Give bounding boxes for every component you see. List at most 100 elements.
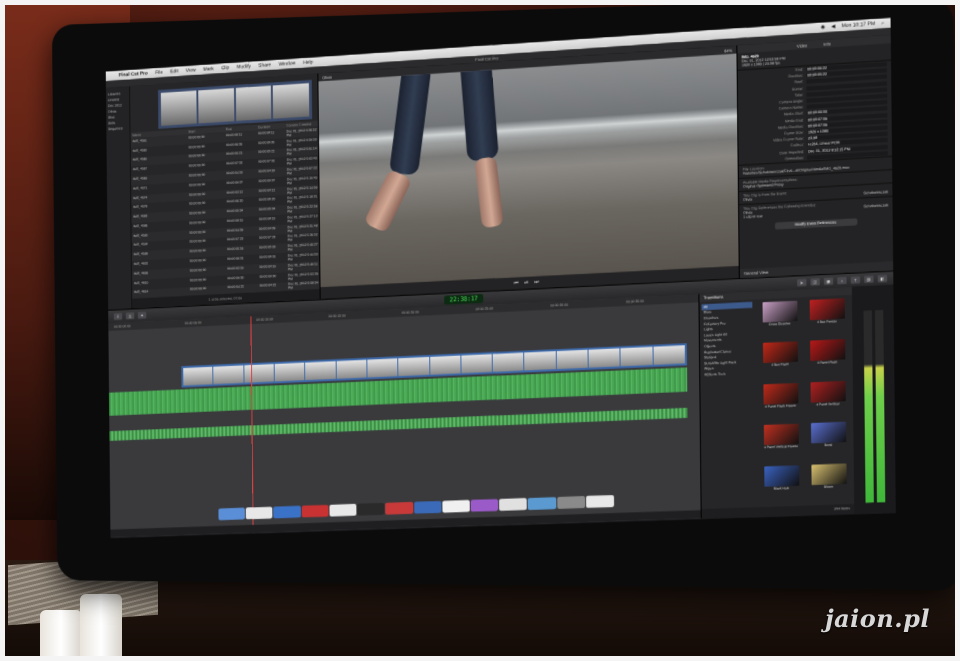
transition-tile[interactable]: 4 Box Flash [758, 342, 802, 382]
wifi-icon[interactable]: ◉ [821, 24, 826, 30]
transition-tile[interactable]: 4 Panel Flash Freeze [758, 383, 802, 423]
ruler-label: 00:00:25:00 [476, 306, 494, 311]
viewer-zoom[interactable]: 84% [724, 47, 732, 53]
ruler-label: 00:00:05:00 [185, 321, 202, 326]
table-cell: 00:00:05:04 [259, 206, 288, 215]
library-sidebar: Libraries Untitled Dec 2012 Olivia Shot Still… [106, 86, 132, 309]
menu-file[interactable]: File [155, 70, 163, 76]
generators-browser-icon[interactable]: ▤ [864, 276, 873, 284]
transition-label: 4 Panel Flash [817, 360, 837, 365]
tab-video[interactable]: Video [797, 42, 808, 48]
modify-event-references-button[interactable]: Modify Event References [774, 218, 856, 230]
transition-categories: All Blurs Dissolves FxFactory Pro Lights Luca… [699, 300, 756, 510]
timeline[interactable]: 00:00:00:00 00:00:05:00 00:00:10:00 00:00:1… [108, 294, 700, 537]
music-track[interactable] [109, 408, 687, 441]
dashboard-timecode[interactable]: 22:38:17 [444, 294, 484, 305]
chrome-icon[interactable] [301, 505, 328, 518]
transition-tile[interactable]: 4 Panel Vertical Freeze [759, 424, 803, 464]
screen: Final Cut Pro File Edit View Mark Clip M… [106, 18, 896, 539]
spotlight-icon[interactable]: ⌕ [881, 20, 884, 26]
transition-tile[interactable]: 4 Box Freeze [805, 298, 850, 338]
library-item[interactable]: Sequence [106, 125, 129, 132]
mail-icon[interactable] [329, 504, 356, 517]
bottles [40, 590, 130, 660]
menu-edit[interactable]: Edit [170, 68, 178, 74]
leg [460, 59, 499, 162]
table-cell: 00:00:06:01 [259, 254, 288, 263]
tab-info[interactable]: Info [824, 41, 831, 47]
clip-thumbnail [461, 354, 492, 373]
table-cell: 00:00:03:19 [259, 263, 288, 272]
viewer-title: Olivia [322, 74, 332, 80]
table-cell: 00:00:04:09 [259, 225, 288, 234]
itunes-icon[interactable] [471, 499, 499, 512]
app-store-icon[interactable] [528, 497, 556, 510]
menu-help[interactable]: Help [303, 59, 313, 66]
table-cell: 00:00:09:07 [259, 177, 288, 186]
themes-browser-icon[interactable]: ◧ [878, 275, 887, 283]
transition-tile[interactable]: 4 Panel Vertical [805, 381, 850, 421]
transition-tile[interactable]: Bloom [806, 463, 851, 503]
inspector-fields: End: 00:00:06:22 Duration: 00:00:05:22 Reel:… [738, 61, 892, 165]
menu-share[interactable]: Share [258, 62, 271, 69]
transition-tile[interactable]: Cross Dissolve [757, 300, 801, 340]
transition-thumbnail [762, 342, 797, 364]
effects-browser-icon[interactable]: ◫ [810, 278, 819, 286]
preview-icon[interactable] [499, 498, 527, 511]
clip-thumbnail [493, 353, 524, 372]
clip-thumbnail [525, 351, 556, 370]
system-preferences-icon[interactable] [557, 496, 585, 509]
transition-thumbnail [810, 381, 845, 403]
titles-browser-icon[interactable]: T [851, 276, 860, 284]
clip-thumbnail [589, 348, 620, 367]
photoshop-icon[interactable] [385, 502, 412, 515]
trash-icon[interactable] [586, 495, 614, 508]
play-pause-icon[interactable]: ⏯ [524, 280, 528, 286]
finder-icon[interactable] [218, 508, 245, 521]
transition-thumbnail [810, 340, 845, 362]
menu-clock[interactable]: Mon 10:17 PM [841, 21, 875, 29]
event-name: Olivia [743, 197, 752, 202]
volume-icon[interactable]: ◀ [831, 24, 835, 30]
bottom-panels: 00:00:00:00 00:00:05:00 00:00:10:00 00:00:1… [108, 285, 895, 538]
music-browser-icon[interactable]: ♪ [837, 277, 846, 285]
transition-tile[interactable]: Black Hole [759, 465, 803, 504]
clip-thumbnail [653, 345, 685, 365]
menu-clip[interactable]: Clip [221, 65, 229, 71]
launchpad-icon[interactable] [246, 507, 273, 520]
menu-mark[interactable]: Mark [203, 66, 214, 73]
ruler-label: 00:00:30:00 [550, 303, 568, 308]
select-tool-icon[interactable]: ➤ [797, 279, 806, 287]
bottle [40, 610, 82, 660]
transition-thumbnail [810, 422, 845, 444]
ruler-label: 00:00:00:00 [114, 324, 131, 329]
prev-frame-icon[interactable]: ⏮ [514, 280, 519, 286]
menu-app-name[interactable]: Final Cut Pro [119, 71, 148, 79]
table-cell: Dec 31, 2012 5:53:36 PM [288, 271, 320, 281]
calendar-icon[interactable] [442, 500, 470, 513]
table-cell: 00:00:05:16 [259, 244, 288, 253]
table-cell: 00:00:03:19 [227, 265, 259, 274]
transition-category[interactable]: XEffects Tech [702, 370, 753, 378]
app-icon[interactable] [414, 501, 442, 514]
monitor: Final Cut Pro File Edit View Mark Clip M… [52, 0, 960, 590]
transition-thumbnail [764, 465, 799, 487]
menu-window[interactable]: Window [279, 60, 296, 67]
photos-browser-icon[interactable]: ▣ [824, 278, 833, 286]
keyword-icon[interactable]: ⚿ [126, 312, 134, 319]
menu-view[interactable]: View [186, 67, 196, 74]
import-icon[interactable]: ⇩ [114, 313, 122, 320]
safari-icon[interactable] [274, 506, 301, 519]
enhance-icon[interactable]: ✦ [138, 312, 146, 319]
table-cell: Dec 31, 2012 5:49:11 PM [288, 262, 320, 272]
transition-tile[interactable]: 4 Panel Flash [805, 339, 850, 379]
transition-thumbnail [811, 463, 846, 485]
clip-thumbnail [214, 365, 244, 384]
next-frame-icon[interactable]: ⏭ [534, 279, 539, 285]
filmstrip-frame [198, 88, 234, 123]
final-cut-icon[interactable] [357, 503, 384, 516]
transition-tile[interactable]: Band [806, 422, 851, 462]
menu-modify[interactable]: Modify [237, 64, 251, 71]
transition-thumbnail [763, 424, 798, 446]
transition-thumbnail [762, 301, 797, 323]
